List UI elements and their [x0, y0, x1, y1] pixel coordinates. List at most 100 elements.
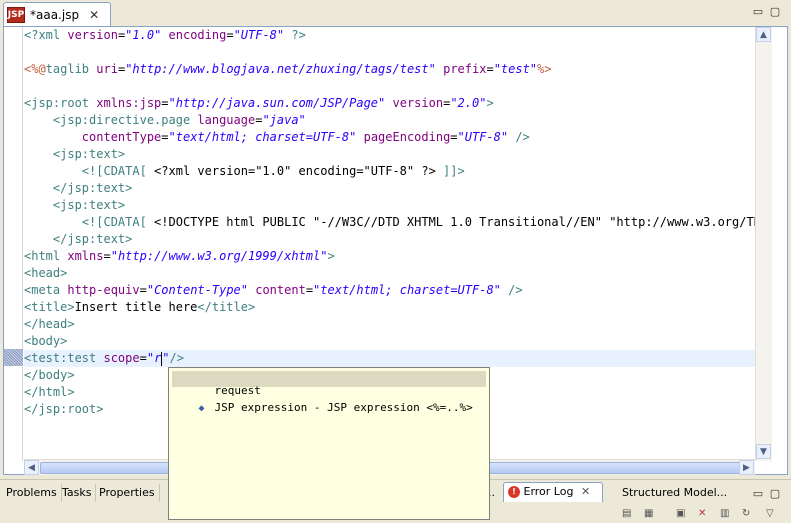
- code-token: <meta: [24, 283, 68, 297]
- code-token: </jsp:root>: [24, 402, 104, 416]
- tab-error-log[interactable]: ! Error Log ✕: [503, 482, 603, 502]
- vertical-ruler: [4, 27, 23, 461]
- code-token: </body>: [24, 368, 75, 382]
- current-line-marker: [4, 349, 23, 366]
- code-token: >: [486, 96, 494, 110]
- tab-tasks[interactable]: Tasks: [58, 484, 97, 502]
- code-token: =: [161, 96, 169, 110]
- code-token: "1.0": [125, 28, 162, 42]
- code-token: language: [197, 113, 256, 127]
- code-token: <title>: [24, 300, 75, 314]
- code-token: <html: [24, 249, 68, 263]
- code-token: "UTF-8": [457, 130, 509, 144]
- code-line: <head>: [24, 266, 67, 283]
- code-line: contentType="text/html; charset=UTF-8" p…: [24, 130, 530, 147]
- code-token: =: [139, 283, 147, 297]
- code-token: "UTF-8": [233, 28, 285, 42]
- clear-log-icon[interactable]: ▤: [622, 508, 636, 520]
- code-token: >: [327, 249, 335, 263]
- code-line: <meta http-equiv="Content-Type" content=…: [24, 283, 523, 300]
- code-token: <%@: [24, 62, 46, 76]
- restore-log-icon[interactable]: ↻: [742, 508, 756, 520]
- vertical-scrollbar[interactable]: ▲ ▼: [755, 27, 772, 461]
- scroll-down-icon[interactable]: ▼: [756, 444, 771, 459]
- minimize-icon[interactable]: ▭: [751, 4, 765, 18]
- code-line: <title>Insert title here</title>: [24, 300, 255, 317]
- code-line: <?xml version="1.0" encoding="UTF-8" ?>: [24, 28, 306, 45]
- code-line: </jsp:root>: [24, 402, 103, 419]
- content-assist-item[interactable]: ◆ JSP expression - JSP expression <%=..%>: [172, 388, 486, 414]
- content-assist-item[interactable]: request: [172, 371, 486, 397]
- code-token: ?>: [284, 28, 306, 42]
- filter-icon[interactable]: ▦: [644, 508, 658, 520]
- code-token: "java": [262, 113, 306, 127]
- code-line: <test:test scope="r"/>: [24, 351, 184, 368]
- code-token: <![CDATA[: [81, 215, 155, 229]
- code-token: "http://www.w3.org/1999/xhtml": [110, 249, 328, 263]
- code-line: </head>: [24, 317, 75, 334]
- code-token: "2.0": [450, 96, 487, 110]
- code-line: <jsp:root xmlns:jsp="http://java.sun.com…: [24, 96, 494, 113]
- code-token: version: [392, 96, 444, 110]
- export-log-icon[interactable]: ▣: [676, 508, 690, 520]
- code-token: />: [169, 351, 184, 365]
- content-assist-item-label: JSP expression - JSP expression <%=..%>: [214, 401, 473, 414]
- code-token: <![CDATA[: [81, 164, 155, 178]
- code-line: </html>: [24, 385, 75, 402]
- scroll-right-icon[interactable]: ▶: [739, 460, 754, 475]
- code-token: content: [255, 283, 306, 297]
- code-token: =: [161, 130, 169, 144]
- code-token: pageEncoding: [363, 130, 451, 144]
- code-token: version: [67, 28, 118, 42]
- jsp-expression-icon: ◆: [198, 403, 205, 414]
- code-token: <jsp:root: [24, 96, 97, 110]
- editor-tab-bar: JSP *aaa.jsp ✕ ▭ ▢: [0, 0, 791, 26]
- code-token: "r: [146, 351, 162, 365]
- editor-tab-aaa-jsp[interactable]: JSP *aaa.jsp ✕: [3, 2, 111, 26]
- code-line: <jsp:text>: [24, 147, 125, 164]
- tab-properties[interactable]: Properties: [95, 484, 160, 502]
- tab-structured-model[interactable]: Structured Model...: [618, 484, 731, 502]
- code-token: />: [508, 130, 530, 144]
- code-token: contentType: [81, 130, 162, 144]
- open-log-icon[interactable]: ▥: [720, 508, 734, 520]
- view-menu-icon[interactable]: ▽: [766, 508, 780, 520]
- code-token: <jsp:text>: [52, 147, 126, 161]
- code-token: <?xml: [24, 28, 68, 42]
- maximize-icon[interactable]: ▢: [768, 4, 782, 18]
- close-icon[interactable]: ✕: [89, 8, 99, 22]
- code-token: %>: [537, 62, 552, 76]
- code-line: <![CDATA[ <!DOCTYPE html PUBLIC "-//W3C/…: [24, 215, 755, 232]
- code-token: =: [226, 28, 234, 42]
- code-token: </head>: [24, 317, 75, 331]
- tab-problems[interactable]: Problems: [2, 484, 62, 502]
- code-token: =: [486, 62, 494, 76]
- code-token: scope: [103, 351, 140, 365]
- maximize-icon[interactable]: ▢: [768, 486, 782, 500]
- code-token: </title>: [197, 300, 256, 314]
- code-token: "http://java.sun.com/JSP/Page": [168, 96, 386, 110]
- code-token: <jsp:directive.page: [52, 113, 198, 127]
- close-icon[interactable]: ✕: [581, 485, 590, 498]
- editor-tab-label: *aaa.jsp: [30, 7, 80, 22]
- scroll-left-icon[interactable]: ◀: [24, 460, 39, 475]
- content-assist-popup: request ◆ JSP expression - JSP expression…: [168, 367, 490, 520]
- scroll-up-icon[interactable]: ▲: [756, 27, 771, 42]
- code-token: xmlns:jsp: [96, 96, 162, 110]
- code-token: <test:test: [24, 351, 104, 365]
- code-token: />: [500, 283, 523, 297]
- minimize-icon[interactable]: ▭: [751, 486, 765, 500]
- code-line: </jsp:text>: [24, 181, 132, 198]
- code-line: <jsp:directive.page language="java": [24, 113, 306, 130]
- code-token: <!DOCTYPE html PUBLIC "-//W3C//DTD XHTML…: [154, 215, 755, 229]
- delete-log-icon[interactable]: ✕: [698, 508, 712, 520]
